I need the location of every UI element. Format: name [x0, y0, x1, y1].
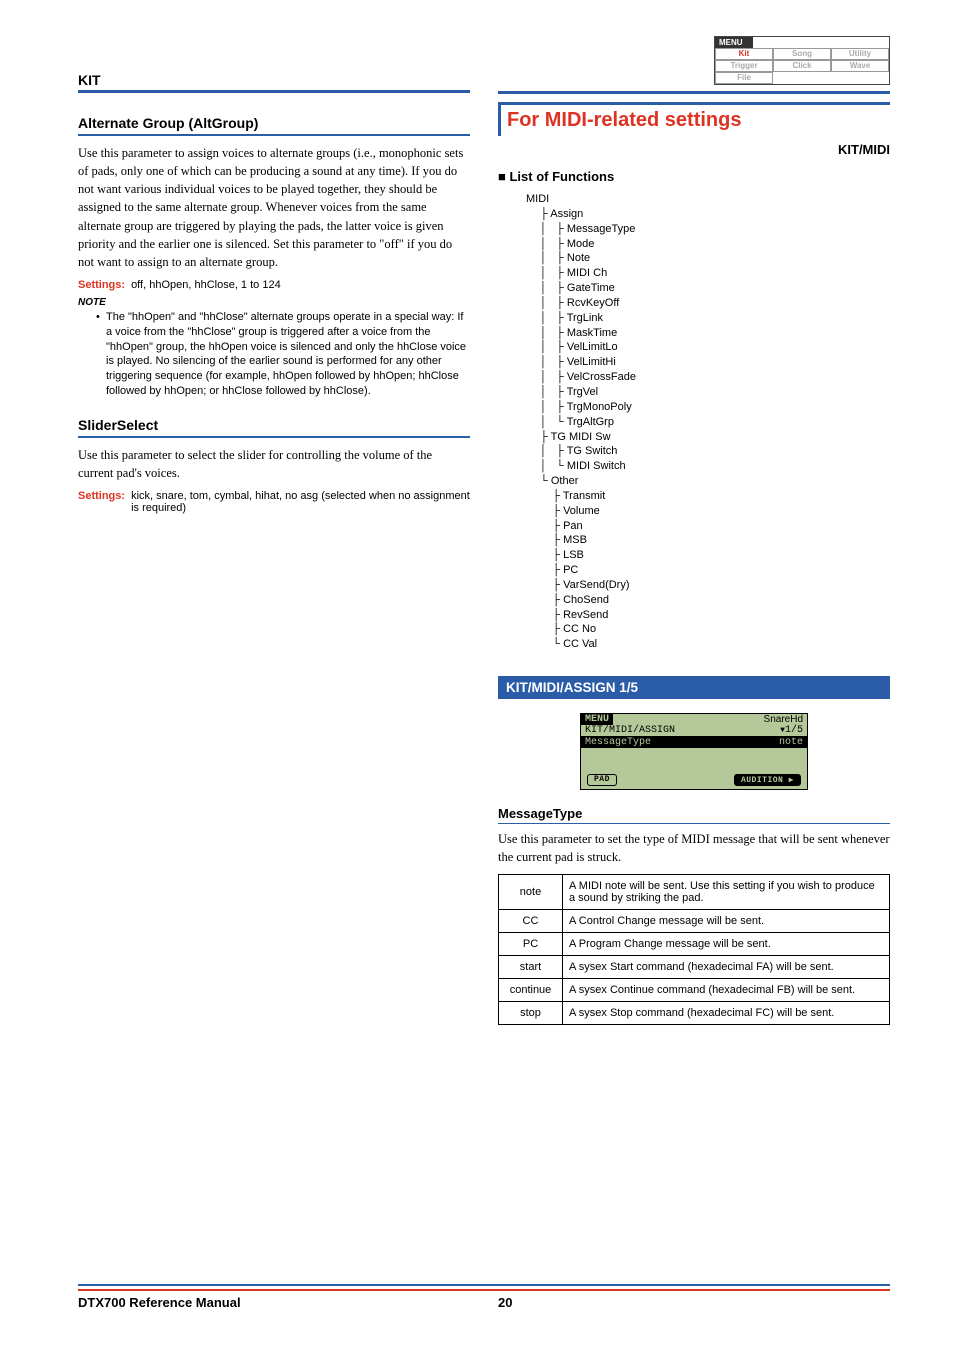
note-label: NOTE: [78, 297, 470, 308]
table-desc: A sysex Stop command (hexadecimal FC) wi…: [563, 1002, 890, 1025]
settings-label: Settings:: [78, 490, 125, 514]
tree-item: │ ├ MessageType: [540, 222, 890, 237]
left-column: KIT Alternate Group (AltGroup) Use this …: [78, 72, 470, 1025]
tree-item: │ ├ Mode: [540, 237, 890, 252]
table-row: continueA sysex Continue command (hexade…: [499, 979, 890, 1002]
table-desc: A Program Change message will be sent.: [563, 933, 890, 956]
table-key: CC: [499, 910, 563, 933]
lcd-audition-button[interactable]: AUDITION ▶: [734, 774, 801, 786]
table-desc: A sysex Continue command (hexadecimal FB…: [563, 979, 890, 1002]
tree-group: ├ Assign: [540, 207, 890, 222]
messagetype-body: Use this parameter to set the type of MI…: [498, 830, 890, 866]
heading-for-midi: For MIDI-related settings: [498, 102, 890, 136]
tree-item: ├ RevSend: [540, 608, 890, 623]
tree-item: ├ PC: [540, 563, 890, 578]
table-desc: A sysex Start command (hexadecimal FA) w…: [563, 956, 890, 979]
table-key: stop: [499, 1002, 563, 1025]
table-key: continue: [499, 979, 563, 1002]
altgroup-body: Use this parameter to assign voices to a…: [78, 144, 470, 271]
altgroup-settings: Settings: off, hhOpen, hhClose, 1 to 124: [78, 279, 470, 291]
page-footer: DTX700 Reference Manual 20: [78, 1284, 890, 1310]
footer-page: 20: [498, 1295, 512, 1310]
settings-label: Settings:: [78, 279, 125, 291]
lcd-screen: MENU SnareHd KIT/MIDI/ASSIGN ▼1/5 Messag…: [580, 713, 808, 790]
tree-item: └ CC Val: [540, 637, 890, 652]
menu-cell-utility[interactable]: Utility: [831, 48, 889, 60]
table-desc: A MIDI note will be sent. Use this setti…: [563, 875, 890, 910]
tree-item: │ └ MIDI Switch: [540, 459, 890, 474]
menu-cell-wave[interactable]: Wave: [831, 60, 889, 72]
heading-messagetype: MessageType: [498, 806, 890, 824]
table-key: note: [499, 875, 563, 910]
menu-tab: MENU: [715, 37, 753, 48]
heading-sliderselect: SliderSelect: [78, 417, 470, 438]
tree-root: MIDI: [526, 192, 890, 207]
tree-item: │ ├ TrgVel: [540, 385, 890, 400]
table-row: CCA Control Change message will be sent.: [499, 910, 890, 933]
footer-title: DTX700 Reference Manual: [78, 1295, 241, 1310]
lcd-menu-label: MENU: [581, 714, 613, 725]
label-kitmidi: KIT/MIDI: [498, 142, 890, 157]
tree-group: └ Other: [540, 474, 890, 489]
table-row: stopA sysex Stop command (hexadecimal FC…: [499, 1002, 890, 1025]
note-body: The "hhOpen" and "hhClose" alternate gro…: [96, 310, 470, 399]
menu-cell-click[interactable]: Click: [773, 60, 831, 72]
settings-value: kick, snare, tom, cymbal, hihat, no asg …: [131, 490, 470, 514]
divider: [78, 90, 470, 93]
tree-group: ├ TG MIDI Sw: [540, 430, 890, 445]
lcd-param: MessageType: [585, 737, 651, 748]
heading-list-of-functions: List of Functions: [498, 169, 890, 184]
speaker-icon: ▶: [789, 776, 794, 785]
tree-item: │ ├ TrgLink: [540, 311, 890, 326]
menu-cell-song[interactable]: Song: [773, 48, 831, 60]
lcd-path: KIT/MIDI/ASSIGN: [585, 725, 675, 736]
sliderselect-settings: Settings: kick, snare, tom, cymbal, hiha…: [78, 490, 470, 514]
menu-cell-trigger[interactable]: Trigger: [715, 60, 773, 72]
tree-item: ├ MSB: [540, 533, 890, 548]
midi-tree: MIDI├ Assign│ ├ MessageType│ ├ Mode│ ├ N…: [526, 192, 890, 652]
settings-value: off, hhOpen, hhClose, 1 to 124: [131, 279, 281, 291]
right-column: For MIDI-related settings KIT/MIDI List …: [498, 72, 890, 1025]
tree-item: │ ├ Note: [540, 251, 890, 266]
tree-item: │ ├ TrgMonoPoly: [540, 400, 890, 415]
lcd-pad-button[interactable]: PAD: [587, 774, 617, 786]
tree-item: │ └ TrgAltGrp: [540, 415, 890, 430]
tree-item: │ ├ TG Switch: [540, 444, 890, 459]
table-row: PCA Program Change message will be sent.: [499, 933, 890, 956]
messagetype-table: noteA MIDI note will be sent. Use this s…: [498, 874, 890, 1025]
section-band-assign: KIT/MIDI/ASSIGN 1/5: [498, 676, 890, 699]
tree-item: │ ├ RcvKeyOff: [540, 296, 890, 311]
table-row: noteA MIDI note will be sent. Use this s…: [499, 875, 890, 910]
table-key: PC: [499, 933, 563, 956]
lcd-page: ▼1/5: [780, 725, 803, 736]
tree-item: ├ VarSend(Dry): [540, 578, 890, 593]
section-label-kit: KIT: [78, 72, 470, 88]
tree-item: │ ├ VelCrossFade: [540, 370, 890, 385]
tree-item: ├ LSB: [540, 548, 890, 563]
table-row: startA sysex Start command (hexadecimal …: [499, 956, 890, 979]
table-desc: A Control Change message will be sent.: [563, 910, 890, 933]
divider: [498, 91, 890, 94]
lcd-context: SnareHd: [760, 714, 807, 725]
tree-item: │ ├ MaskTime: [540, 326, 890, 341]
tree-item: │ ├ VelLimitHi: [540, 355, 890, 370]
tree-item: │ ├ GateTime: [540, 281, 890, 296]
tree-item: │ ├ MIDI Ch: [540, 266, 890, 281]
tree-item: ├ CC No: [540, 622, 890, 637]
tree-item: ├ Volume: [540, 504, 890, 519]
tree-item: ├ Pan: [540, 519, 890, 534]
sliderselect-body: Use this parameter to select the slider …: [78, 446, 470, 482]
lcd-value: note: [779, 737, 803, 748]
tree-item: ├ Transmit: [540, 489, 890, 504]
menu-cell-kit[interactable]: Kit: [715, 48, 773, 60]
table-key: start: [499, 956, 563, 979]
tree-item: ├ ChoSend: [540, 593, 890, 608]
heading-altgroup: Alternate Group (AltGroup): [78, 115, 470, 136]
tree-item: │ ├ VelLimitLo: [540, 340, 890, 355]
